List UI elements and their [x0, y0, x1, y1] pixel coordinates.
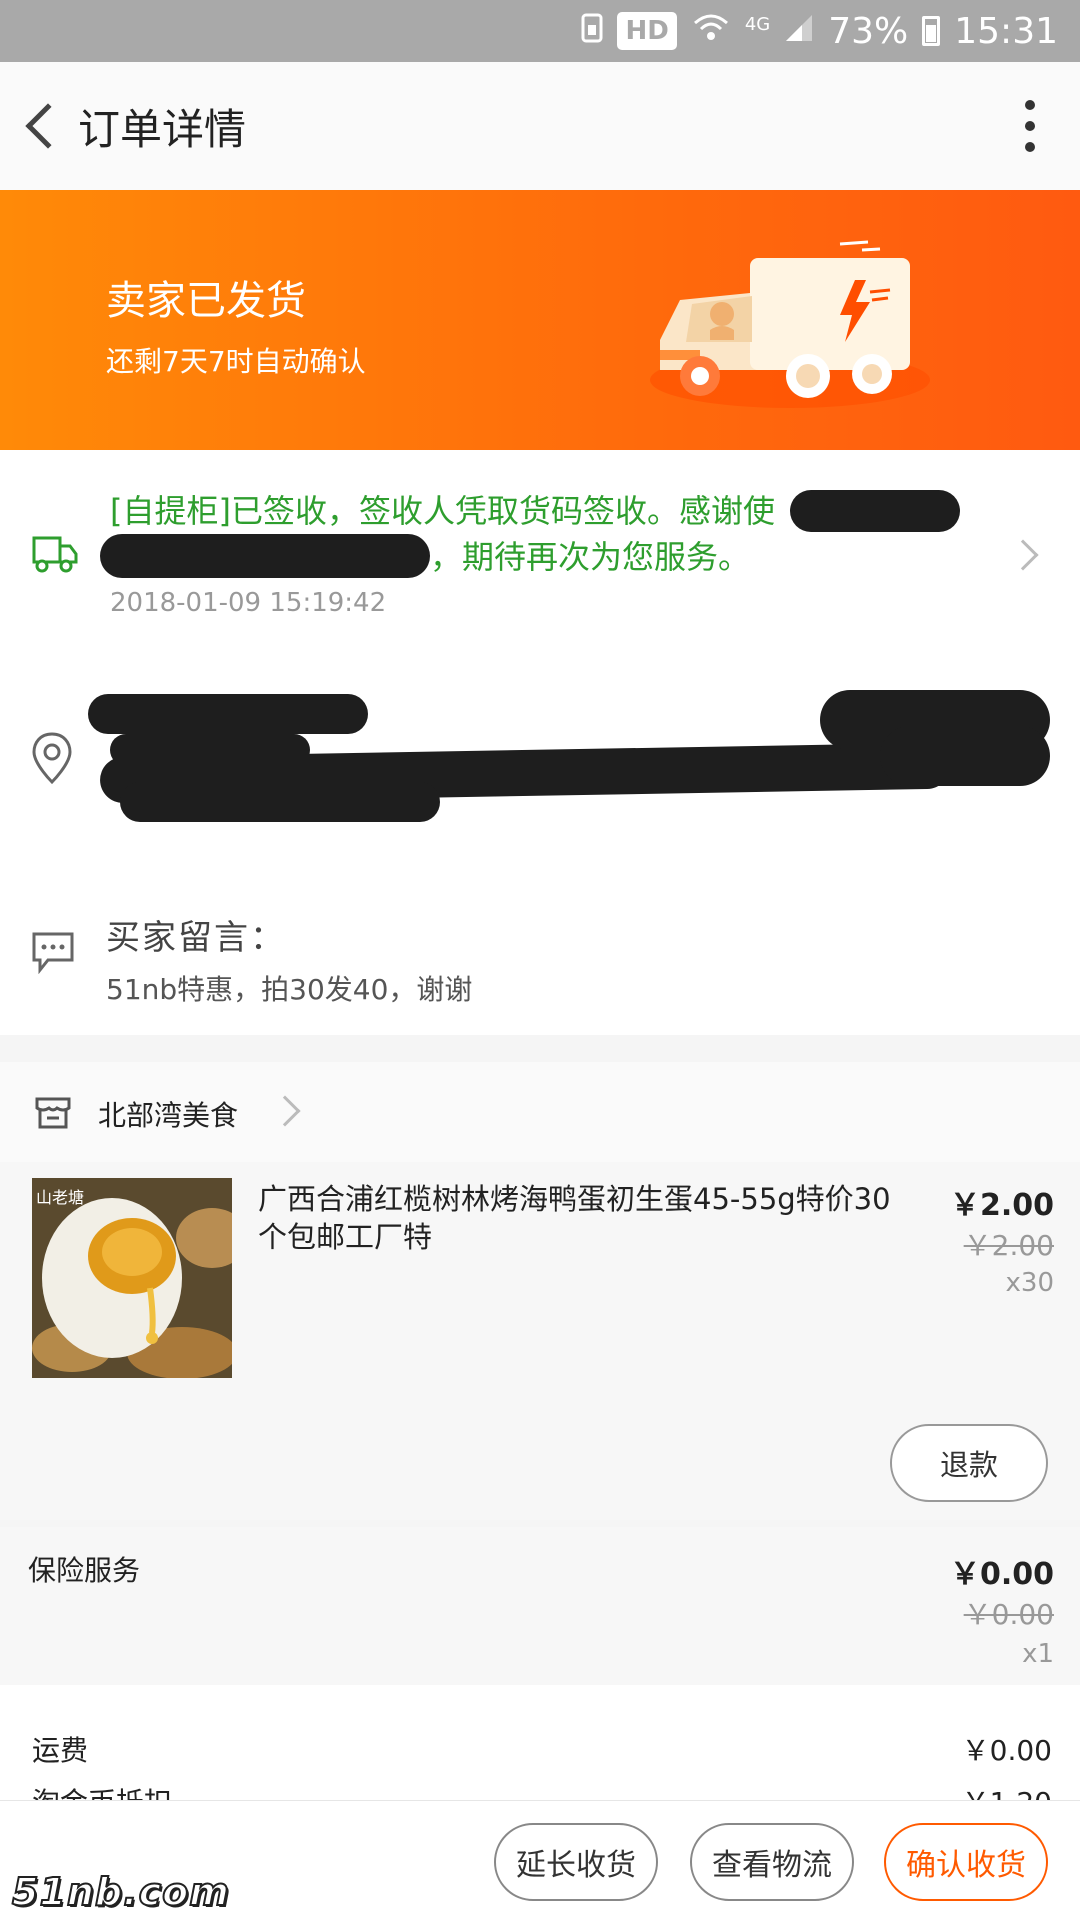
logistics-row[interactable]: [自提柜]已签收，签收人凭取货码签收。感谢使 ，期待再次为您服务。 2018-0… [0, 450, 1080, 660]
buyer-message-row: 买家留言： 51nb特惠，拍30发40，谢谢 [0, 870, 1080, 1035]
hd-badge: HD [617, 12, 677, 50]
insurance-quantity: x1 [1022, 1639, 1054, 1669]
extend-receipt-button[interactable]: 延长收货 [494, 1823, 658, 1901]
product-quantity: x30 [1005, 1268, 1054, 1298]
watermark-logo: 51nb.com [11, 1869, 230, 1915]
product-thumbnail[interactable]: 山老塘 [32, 1178, 232, 1378]
location-pin-icon [32, 732, 72, 785]
page-title: 订单详情 [78, 104, 247, 154]
status-bar: HD 4G 73% 15:31 [0, 0, 1080, 62]
clock: 15:31 [954, 10, 1058, 52]
network-type: 4G [744, 13, 771, 35]
product-price: ￥2.00 [949, 1188, 1054, 1223]
order-item: 山老塘 广西合浦红榄树林烤海鸭蛋初生蛋45-55g特价30个包邮工厂特 ￥2.0… [0, 1162, 1080, 1520]
buyer-message-label: 买家留言： [106, 918, 286, 958]
product-title[interactable]: 广西合浦红榄树林烤海鸭蛋初生蛋45-55g特价30个包邮工厂特 [258, 1180, 898, 1256]
order-status-title: 卖家已发货 [106, 278, 306, 324]
wifi-icon [691, 11, 731, 52]
delivery-truck-icon [650, 240, 930, 408]
logistics-time: 2018-01-09 15:19:42 [110, 588, 387, 618]
shipping-fee-value: ￥0.00 [961, 1734, 1052, 1767]
shop-row[interactable]: 北部湾美食 [0, 1062, 1080, 1162]
shop-name: 北部湾美食 [98, 1099, 239, 1132]
shipping-address-row [0, 660, 1080, 870]
view-logistics-button[interactable]: 查看物流 [690, 1823, 854, 1901]
product-original-price: ￥2.00 [963, 1229, 1054, 1262]
order-status-banner: 卖家已发货 还剩7天7时自动确认 [0, 190, 1080, 450]
redaction-mark [100, 534, 430, 578]
back-arrow-icon [25, 103, 71, 149]
truck-icon [32, 536, 78, 573]
more-menu-icon[interactable] [1020, 100, 1040, 152]
insurance-original-price: ￥0.00 [963, 1598, 1054, 1631]
chevron-right-icon [269, 1095, 301, 1127]
buyer-message-text: 51nb特惠，拍30发40，谢谢 [106, 973, 473, 1006]
insurance-row: 保险服务 ￥0.00 ￥0.00 x1 [0, 1527, 1080, 1685]
confirm-receipt-button[interactable]: 确认收货 [884, 1823, 1048, 1901]
back-button[interactable] [6, 62, 76, 190]
redaction-mark [790, 490, 960, 532]
chevron-right-icon [1007, 539, 1039, 571]
nav-bar: 订单详情 [0, 62, 1080, 190]
sim-icon [581, 11, 603, 52]
message-bubble-icon [32, 932, 74, 974]
refund-button[interactable]: 退款 [890, 1424, 1048, 1502]
signal-icon [784, 11, 814, 52]
thumbnail-text: 山老塘 [36, 1188, 85, 1207]
fee-summary: 运费 ￥0.00 淘金币抵扣 ￥1.20 [0, 1685, 1080, 1819]
battery-percent: 73% [828, 10, 909, 52]
redaction-mark [88, 694, 368, 734]
insurance-label: 保险服务 [28, 1554, 141, 1587]
auto-confirm-countdown: 还剩7天7时自动确认 [106, 345, 366, 378]
battery-icon [922, 16, 941, 46]
shipping-fee-label: 运费 [32, 1734, 89, 1767]
store-icon [35, 1097, 71, 1129]
redaction-mark [120, 782, 440, 822]
insurance-price: ￥0.00 [949, 1557, 1054, 1592]
redaction-mark [880, 726, 1050, 786]
